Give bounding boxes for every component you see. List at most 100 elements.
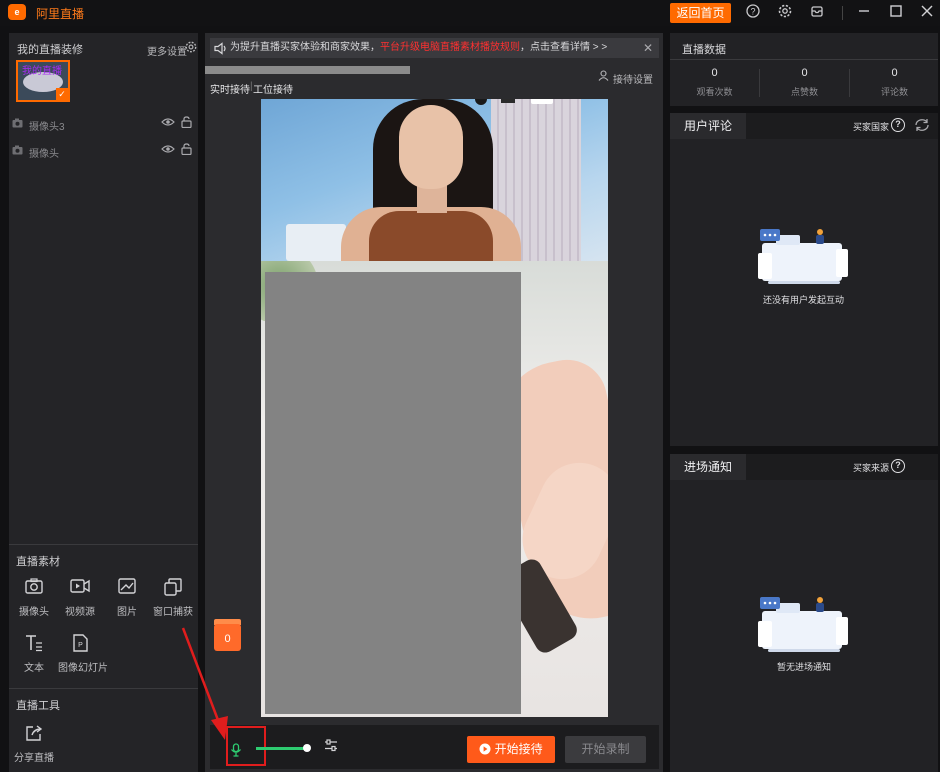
stats-divider <box>670 59 938 60</box>
share-live-label: 分享直播 <box>14 753 54 764</box>
start-reception-label: 开始接待 <box>494 742 543 756</box>
app-logo-icon: e <box>8 4 26 20</box>
stat-value: 0 <box>801 67 808 79</box>
volume-slider-handle[interactable] <box>303 744 311 752</box>
stat-comments: 0 评论数 <box>850 67 939 98</box>
entry-header: 进场通知 买家来源 ? <box>670 454 938 480</box>
stat-label: 观看次数 <box>696 87 733 97</box>
svg-text:P: P <box>78 642 83 649</box>
buyer-country-label[interactable]: 买家国家 <box>853 120 889 133</box>
start-reception-button[interactable]: 开始接待 <box>467 736 555 763</box>
decor-title: 我的直播装修 <box>17 44 83 56</box>
redacted-block <box>265 272 521 714</box>
buyer-source-label[interactable]: 买家来源 <box>853 461 889 474</box>
material-video-source-button[interactable]: 视频源 <box>58 578 102 618</box>
help-icon[interactable]: ? <box>744 4 762 22</box>
material-label: 文本 <box>24 663 44 674</box>
tab-user-comments[interactable]: 用户评论 <box>670 113 746 139</box>
stats-title: 直播数据 <box>682 44 726 56</box>
material-label: 视频源 <box>65 607 95 618</box>
more-settings-link[interactable]: 更多设置 <box>147 43 187 58</box>
source-row[interactable]: 摄像头3 <box>9 115 198 135</box>
stat-value: 0 <box>891 67 898 79</box>
reception-settings-link[interactable]: 接待设置 <box>613 71 653 86</box>
material-slideshow-button[interactable]: P 图像幻灯片 <box>58 634 108 674</box>
tab-station-reception[interactable]: 工位接待 <box>253 81 293 96</box>
image-icon <box>105 578 149 600</box>
source-row[interactable]: 摄像头 <box>9 142 198 162</box>
window-capture-icon <box>151 578 195 600</box>
video-host-scene <box>261 99 608 261</box>
help-icon[interactable]: ? <box>891 459 905 473</box>
background-pedestal <box>286 224 346 261</box>
slideshow-icon: P <box>58 634 102 656</box>
stat-value: 0 <box>711 67 718 79</box>
eye-icon[interactable] <box>161 143 175 158</box>
bottom-control-bar: 开始接待 开始录制 <box>210 725 659 769</box>
stat-label: 评论数 <box>880 87 908 97</box>
mailbox-icon[interactable] <box>808 4 826 22</box>
tab-realtime-reception[interactable]: 实时接待 <box>210 81 250 96</box>
materials-title: 直播素材 <box>16 556 60 568</box>
share-live-button[interactable]: 分享直播 <box>12 724 56 764</box>
material-label: 窗口捕获 <box>153 607 193 618</box>
stat-views: 0 观看次数 <box>670 67 759 98</box>
more-settings-gear-icon[interactable] <box>185 41 197 56</box>
empty-comments-illustration <box>758 229 848 284</box>
settings-icon[interactable] <box>776 4 794 22</box>
refresh-icon[interactable] <box>914 118 930 137</box>
titlebar-divider <box>842 6 843 20</box>
volume-slider-track[interactable] <box>256 747 307 750</box>
source-label: 摄像头3 <box>29 122 65 133</box>
host-top <box>369 211 493 261</box>
live-video-preview[interactable] <box>261 99 608 717</box>
close-notice-icon[interactable]: ✕ <box>643 38 653 58</box>
stat-likes: 0 点赞数 <box>760 67 849 98</box>
close-icon[interactable] <box>918 4 936 22</box>
user-icon[interactable] <box>598 70 609 84</box>
return-home-button[interactable]: 返回首页 <box>670 3 731 23</box>
text-icon <box>12 634 56 656</box>
material-window-capture-button[interactable]: 窗口捕获 <box>151 578 195 618</box>
video-source-icon <box>58 578 102 600</box>
speaker-icon <box>214 38 227 58</box>
notice-text: 为提升直播买家体验和商家效果，平台升级电脑直播素材播放规则，点击查看详情 > > <box>230 38 607 58</box>
lock-icon[interactable] <box>181 116 192 131</box>
lock-icon[interactable] <box>181 143 192 158</box>
empty-entry-illustration <box>758 597 848 652</box>
section-divider <box>9 688 198 689</box>
help-icon[interactable]: ? <box>891 118 905 132</box>
play-icon <box>479 743 491 755</box>
camera-controls-overlay <box>475 99 553 105</box>
title-bar: e 阿里直播 返回首页 ? <box>0 0 940 26</box>
decor-thumbnail[interactable]: 我的直播 ✓ <box>16 60 70 102</box>
material-text-button[interactable]: 文本 <box>12 634 56 674</box>
left-panel: 我的直播装修 更多设置 我的直播 ✓ 摄像头3 摄像头 直播素材 摄像头 视频源… <box>9 33 198 772</box>
check-icon: ✓ <box>56 88 68 100</box>
notice-suffix[interactable]: ，点击查看详情 > > <box>520 42 607 53</box>
camera-source-icon <box>12 118 23 131</box>
live-stats-panel: 直播数据 0 观看次数 0 点赞数 0 评论数 <box>670 33 938 106</box>
eye-icon[interactable] <box>161 116 175 131</box>
audio-mixer-icon[interactable] <box>324 739 338 755</box>
stat-label: 点赞数 <box>790 87 818 97</box>
material-image-button[interactable]: 图片 <box>105 578 149 618</box>
section-divider <box>9 544 198 545</box>
start-record-button[interactable]: 开始录制 <box>565 736 646 763</box>
user-comments-panel: 用户评论 买家国家 ? 还没有用户发起互动 <box>670 113 938 446</box>
camera-source-icon <box>12 145 23 158</box>
share-icon <box>12 724 56 746</box>
minimize-icon[interactable] <box>855 4 873 22</box>
camera-icon <box>12 578 56 600</box>
material-camera-button[interactable]: 摄像头 <box>12 578 56 618</box>
app-title: 阿里直播 <box>36 7 85 21</box>
material-label: 图像幻灯片 <box>58 663 108 674</box>
maximize-icon[interactable] <box>887 4 905 22</box>
thumbnail-text: 我的直播 <box>22 66 62 77</box>
empty-comments-text: 还没有用户发起互动 <box>763 295 845 305</box>
notice-banner[interactable]: 为提升直播买家体验和商家效果，平台升级电脑直播素材播放规则，点击查看详情 > >… <box>210 38 659 58</box>
tools-title: 直播工具 <box>16 700 60 712</box>
tab-entry-notification[interactable]: 进场通知 <box>670 454 746 480</box>
source-label: 摄像头 <box>29 149 59 160</box>
notice-highlight-link[interactable]: 平台升级电脑直播素材播放规则 <box>380 42 520 53</box>
